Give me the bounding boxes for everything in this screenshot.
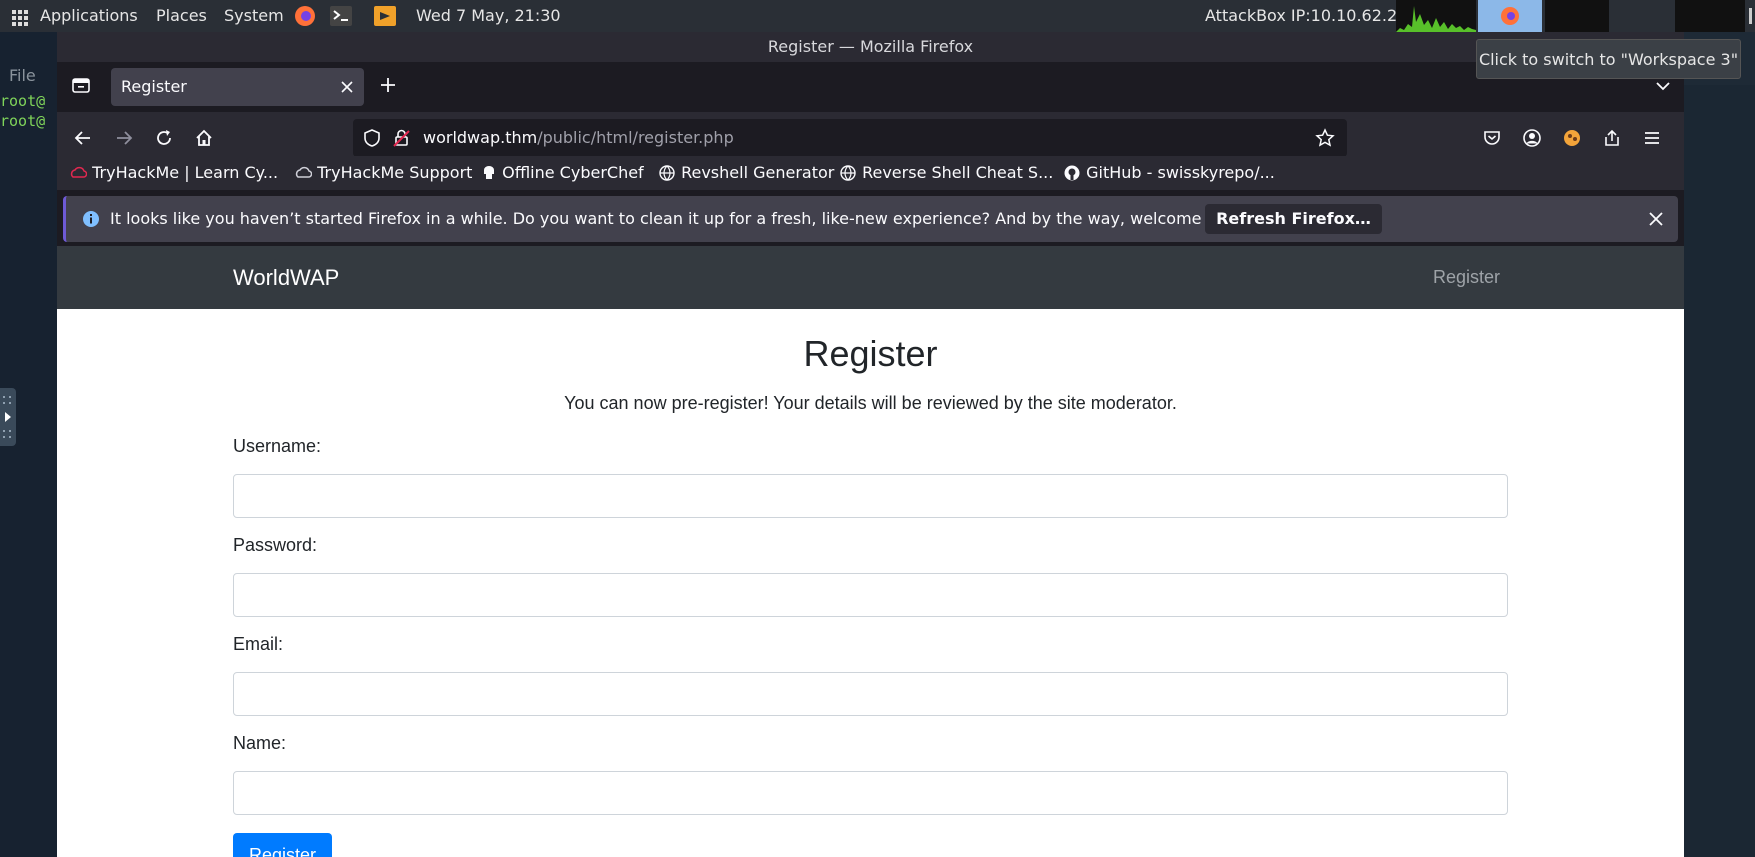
- side-panel-handle[interactable]: [0, 388, 16, 446]
- apps-grid-icon[interactable]: [12, 0, 28, 32]
- bookmarks-toolbar: TryHackMe | Learn Cy... TryHackMe Suppor…: [57, 156, 1684, 190]
- refresh-notification-bar: It looks like you haven’t started Firefo…: [63, 196, 1678, 242]
- bookmark-label: GitHub - swisskyrepo/...: [1086, 163, 1275, 182]
- account-icon[interactable]: [1523, 129, 1541, 147]
- password-label: Password:: [233, 535, 318, 555]
- list-tabs-icon[interactable]: [1655, 78, 1671, 94]
- page-description: You can now pre-register! Your details w…: [564, 393, 1177, 413]
- workspace-2-firefox-icon[interactable]: [1478, 0, 1542, 32]
- bookmark-label: Offline CyberChef: [502, 163, 644, 182]
- menu-hamburger-icon[interactable]: [1643, 129, 1661, 147]
- window-title: Register — Mozilla Firefox: [57, 32, 1684, 62]
- tab-register[interactable]: Register: [111, 68, 364, 106]
- system-menu[interactable]: System: [224, 0, 284, 32]
- info-icon: [82, 210, 100, 228]
- desktop-background: [1684, 85, 1755, 857]
- terminal-file-menu[interactable]: File: [9, 66, 36, 85]
- forward-icon[interactable]: [114, 128, 134, 148]
- bookmark-star-icon[interactable]: [1315, 128, 1335, 148]
- bookmark-reverse-shell-cheat-sheet[interactable]: Reverse Shell Cheat S...: [839, 156, 1053, 190]
- url-bar[interactable]: worldwap.thm/public/html/register.php: [353, 119, 1347, 157]
- back-icon[interactable]: [73, 128, 93, 148]
- clock[interactable]: Wed 7 May, 21:30: [416, 0, 561, 32]
- attackbox-ip: AttackBox IP:10.10.62.23: [1205, 6, 1408, 25]
- site-navbar: WorldWAP Register: [57, 246, 1684, 309]
- password-input[interactable]: [233, 573, 1508, 617]
- pocket-icon[interactable]: [1483, 129, 1501, 147]
- bookmark-tryhackme-support[interactable]: TryHackMe Support: [294, 156, 472, 190]
- page-title: Register: [803, 333, 938, 374]
- system-panel: Applications Places System Wed 7 May, 21…: [0, 0, 1755, 32]
- tracking-shield-icon[interactable]: [363, 129, 381, 147]
- username-label: Username:: [233, 436, 322, 456]
- nav-register-link[interactable]: Register: [1433, 246, 1500, 309]
- tab-title: Register: [121, 77, 187, 96]
- page-viewport: WorldWAP Register Register You can now p…: [57, 246, 1684, 857]
- panel-handle: [1747, 0, 1753, 32]
- new-tab-icon[interactable]: [379, 76, 397, 94]
- terminal-line: root@: [0, 112, 46, 130]
- bookmark-revshell-generator[interactable]: Revshell Generator: [658, 156, 834, 190]
- terminal-line: root@: [0, 92, 46, 110]
- bookmark-label: Reverse Shell Cheat S...: [862, 163, 1054, 182]
- firefox-window: Register — Mozilla Firefox Register worl…: [57, 32, 1684, 857]
- workspace-4[interactable]: [1675, 0, 1745, 32]
- url-domain: worldwap.thm: [423, 128, 538, 147]
- bookmark-label: TryHackMe | Learn Cy...: [92, 163, 279, 182]
- bookmark-tryhackme[interactable]: TryHackMe | Learn Cy...: [69, 156, 278, 190]
- close-tab-icon[interactable]: [340, 80, 354, 94]
- bookmark-label: TryHackMe Support: [317, 163, 473, 182]
- applications-menu[interactable]: Applications: [40, 0, 138, 32]
- places-menu[interactable]: Places: [156, 0, 207, 32]
- username-input[interactable]: [233, 474, 1508, 518]
- name-input[interactable]: [233, 771, 1508, 815]
- workspace-3[interactable]: [1545, 0, 1609, 32]
- bookmark-label: Revshell Generator: [681, 163, 835, 182]
- close-notification-icon[interactable]: [1648, 211, 1664, 227]
- terminal-launcher-icon[interactable]: [330, 0, 352, 32]
- tab-bar: Register: [57, 62, 1684, 112]
- firefox-view-icon[interactable]: [71, 75, 91, 95]
- reload-icon[interactable]: [154, 128, 174, 148]
- refresh-firefox-button[interactable]: Refresh Firefox…: [1205, 204, 1382, 234]
- register-submit-button[interactable]: Register: [233, 833, 332, 857]
- home-icon[interactable]: [194, 128, 214, 148]
- extension-icon[interactable]: [1563, 129, 1581, 147]
- bookmark-offline-cyberchef[interactable]: Offline CyberChef: [481, 156, 644, 190]
- insecure-lock-icon[interactable]: [393, 129, 411, 147]
- bookmark-github-swisskyrepo[interactable]: GitHub - swisskyrepo/...: [1063, 156, 1275, 190]
- notification-message: It looks like you haven’t started Firefo…: [110, 209, 1252, 228]
- editor-launcher-icon[interactable]: [374, 0, 396, 32]
- url-path: /public/html/register.php: [537, 128, 734, 147]
- workspace-tooltip: Click to switch to "Workspace 3": [1476, 39, 1741, 79]
- firefox-launcher-icon[interactable]: [294, 0, 316, 32]
- share-icon[interactable]: [1603, 129, 1621, 147]
- email-label: Email:: [233, 634, 284, 654]
- email-input[interactable]: [233, 672, 1508, 716]
- url-text[interactable]: worldwap.thm/public/html/register.php: [423, 119, 734, 157]
- cpu-graph: [1396, 0, 1476, 32]
- name-label: Name:: [233, 733, 287, 753]
- site-brand[interactable]: WorldWAP: [233, 246, 339, 309]
